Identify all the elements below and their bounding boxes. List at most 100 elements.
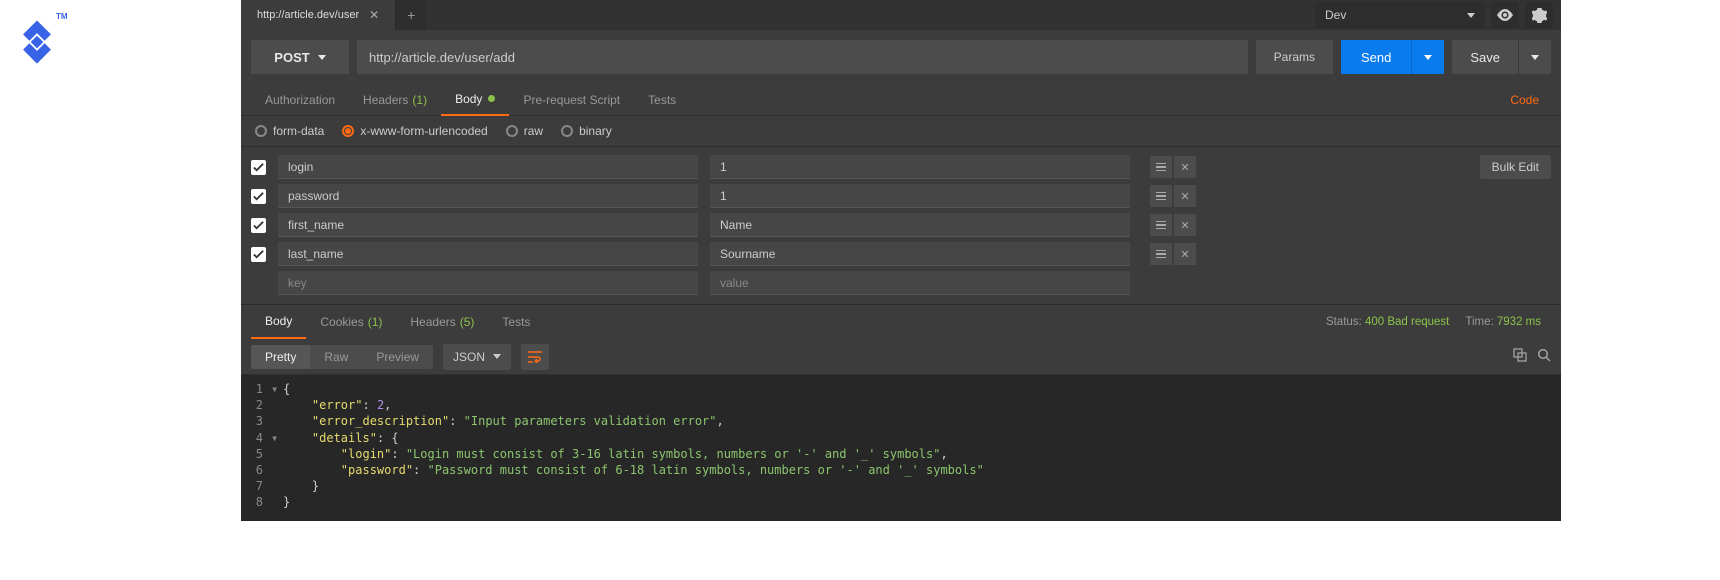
drag-handle[interactable] <box>1150 185 1172 207</box>
save-dropdown[interactable] <box>1518 40 1551 74</box>
gear-icon <box>1532 8 1547 23</box>
method-label: POST <box>274 50 309 65</box>
kv-value-input[interactable] <box>710 155 1130 179</box>
radio-raw[interactable]: raw <box>506 124 543 138</box>
topbar: http://article.dev/user ✕ + Dev <box>241 0 1561 30</box>
search-button[interactable] <box>1537 348 1551 365</box>
drag-handle[interactable] <box>1150 214 1172 236</box>
delete-row[interactable]: ✕ <box>1174 214 1196 236</box>
response-json[interactable]: 1▾{2 "error": 2,3 "error_description": "… <box>241 375 1561 521</box>
response-tabs: Body Cookies (1) Headers (5) Tests Statu… <box>241 305 1561 339</box>
row-actions: ✕ <box>1150 185 1196 207</box>
resp-tab-body[interactable]: Body <box>251 305 306 339</box>
new-tab-button[interactable]: + <box>396 0 426 30</box>
kv-row: ✕ Bulk Edit <box>251 153 1551 181</box>
postman-app: http://article.dev/user ✕ + Dev POST Par… <box>241 0 1561 490</box>
drag-handle[interactable] <box>1150 243 1172 265</box>
settings-button[interactable] <box>1525 2 1553 28</box>
copy-button[interactable] <box>1513 348 1527 365</box>
format-label: JSON <box>453 350 485 364</box>
kv-key-input[interactable] <box>278 242 698 266</box>
tab-headers[interactable]: Headers (1) <box>349 84 441 116</box>
view-preview[interactable]: Preview <box>362 345 433 369</box>
tab-authorization[interactable]: Authorization <box>251 84 349 116</box>
radio-icon <box>255 125 267 137</box>
environment-name: Dev <box>1325 8 1346 22</box>
chevron-down-icon <box>318 55 326 60</box>
drag-handle[interactable] <box>1150 156 1172 178</box>
save-button[interactable]: Save <box>1452 40 1551 74</box>
kv-row-new <box>251 269 1551 297</box>
resp-tab-tests[interactable]: Tests <box>488 305 544 339</box>
params-button[interactable]: Params <box>1256 40 1333 74</box>
env-preview-button[interactable] <box>1491 2 1519 28</box>
code-link[interactable]: Code <box>1510 93 1551 107</box>
kv-value-input[interactable] <box>710 271 1130 295</box>
tab-body[interactable]: Body <box>441 84 509 116</box>
row-checkbox[interactable] <box>251 189 266 204</box>
resp-cookies-label: Cookies <box>320 315 363 329</box>
time-label: Time: <box>1465 316 1493 328</box>
body-indicator <box>488 95 495 102</box>
row-actions: ✕ <box>1150 243 1196 265</box>
radio-icon <box>342 125 354 137</box>
method-select[interactable]: POST <box>251 40 349 74</box>
save-label: Save <box>1452 50 1518 65</box>
tab-tests[interactable]: Tests <box>634 84 690 116</box>
radio-label: form-data <box>273 124 324 138</box>
kv-key-input[interactable] <box>278 213 698 237</box>
copy-icon <box>1513 348 1527 362</box>
environment-select[interactable]: Dev <box>1315 2 1485 28</box>
delete-row[interactable]: ✕ <box>1174 185 1196 207</box>
bulk-edit-button[interactable]: Bulk Edit <box>1480 155 1551 179</box>
headers-count: (1) <box>412 93 427 107</box>
radio-icon <box>561 125 573 137</box>
row-checkbox[interactable] <box>251 218 266 233</box>
kv-key-input[interactable] <box>278 271 698 295</box>
delete-row[interactable]: ✕ <box>1174 243 1196 265</box>
radio-label: binary <box>579 124 612 138</box>
row-actions: ✕ <box>1150 214 1196 236</box>
response-meta: Status: 400 Bad request Time: 7932 ms <box>1326 316 1551 328</box>
wrap-toggle[interactable] <box>521 344 549 370</box>
kv-editor: ✕ Bulk Edit ✕ ✕ ✕ <box>241 147 1561 304</box>
send-dropdown[interactable] <box>1411 40 1444 74</box>
brand-logo <box>18 20 56 78</box>
kv-key-input[interactable] <box>278 184 698 208</box>
resp-tab-headers[interactable]: Headers (5) <box>396 305 488 339</box>
request-tab[interactable]: http://article.dev/user ✕ <box>241 0 396 30</box>
send-button[interactable]: Send <box>1341 40 1444 74</box>
kv-value-input[interactable] <box>710 184 1130 208</box>
radio-urlencoded[interactable]: x-www-form-urlencoded <box>342 124 487 138</box>
eye-icon <box>1497 9 1513 21</box>
response-section: Body Cookies (1) Headers (5) Tests Statu… <box>241 304 1561 521</box>
status-label: Status: <box>1326 316 1362 328</box>
row-checkbox[interactable] <box>251 247 266 262</box>
row-checkbox[interactable] <box>251 160 266 175</box>
wrap-icon <box>528 351 542 363</box>
format-select[interactable]: JSON <box>443 344 511 370</box>
url-input[interactable] <box>357 40 1248 74</box>
row-actions: ✕ <box>1150 156 1196 178</box>
topbar-right: Dev <box>1315 0 1561 30</box>
response-toolbar: Pretty Raw Preview JSON <box>241 339 1561 375</box>
request-bar: POST Params Send Save <box>241 30 1561 84</box>
chevron-down-icon <box>493 354 501 359</box>
chevron-down-icon <box>1467 13 1475 18</box>
tab-headers-label: Headers <box>363 93 408 107</box>
view-raw[interactable]: Raw <box>310 345 362 369</box>
close-icon[interactable]: ✕ <box>369 8 379 22</box>
resp-tab-cookies[interactable]: Cookies (1) <box>306 305 396 339</box>
view-pretty[interactable]: Pretty <box>251 345 310 369</box>
resp-headers-count: (5) <box>460 315 475 329</box>
tab-prerequest[interactable]: Pre-request Script <box>509 84 634 116</box>
kv-row: ✕ <box>251 211 1551 239</box>
radio-form-data[interactable]: form-data <box>255 124 324 138</box>
kv-key-input[interactable] <box>278 155 698 179</box>
kv-value-input[interactable] <box>710 242 1130 266</box>
delete-row[interactable]: ✕ <box>1174 156 1196 178</box>
radio-binary[interactable]: binary <box>561 124 612 138</box>
kv-row: ✕ <box>251 182 1551 210</box>
resp-headers-label: Headers <box>410 315 455 329</box>
kv-value-input[interactable] <box>710 213 1130 237</box>
